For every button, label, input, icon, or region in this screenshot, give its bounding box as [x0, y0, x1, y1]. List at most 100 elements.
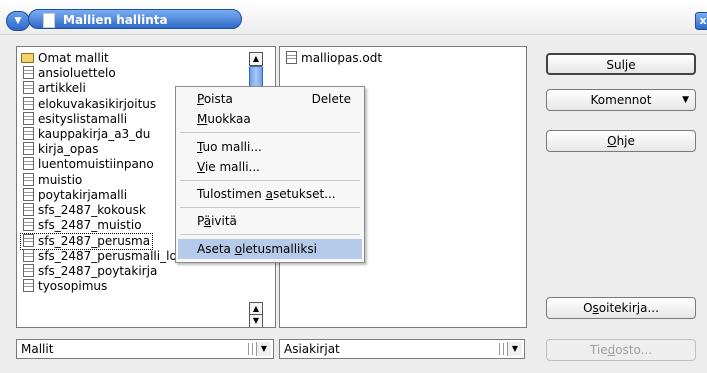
- category-select[interactable]: Mallit ▼: [16, 339, 274, 359]
- help-button[interactable]: Ohje: [546, 130, 696, 152]
- document-icon: [23, 96, 34, 110]
- menu-item-update[interactable]: Päivitä: [178, 211, 362, 231]
- menu-item-set-default[interactable]: Aseta oletusmalliksi: [178, 239, 362, 259]
- document-icon: [23, 81, 34, 95]
- chevron-down-icon[interactable]: ▼: [256, 342, 271, 356]
- title-bar: ▼ Mallien hallinta x: [0, 0, 707, 35]
- commands-button[interactable]: Komennot ▼: [546, 89, 696, 111]
- menu-label-pre: P: [197, 214, 204, 228]
- category-select-value: Mallit: [21, 342, 54, 356]
- tree-item[interactable]: luentomuistiinpano: [21, 157, 154, 172]
- scroll-down-arrow[interactable]: ▼: [249, 314, 263, 327]
- tree-item-label: sfs_2487_muistio: [38, 218, 142, 233]
- tree-item-label: kauppakirja_a3_du: [38, 127, 151, 141]
- window-menu-button[interactable]: ▼: [6, 11, 30, 31]
- tree-item-label: artikkeli: [38, 81, 86, 96]
- document-icon: [23, 263, 34, 277]
- tree-item-label: sfs_2487_perusma: [38, 234, 151, 249]
- documents-select-value: Asiakirjat: [284, 342, 340, 356]
- menu-label-post: uokkaa: [207, 112, 251, 126]
- address-book-button[interactable]: Osoitekirja...: [546, 297, 696, 319]
- tree-item[interactable]: artikkeli: [21, 81, 86, 96]
- tree-item-label: kirja_opas: [38, 142, 99, 157]
- tree-item-label: luentomuistiinpano: [38, 157, 154, 172]
- tree-item-label: muistio: [38, 172, 83, 187]
- menu-separator: [180, 207, 360, 208]
- grip-icon: [499, 343, 504, 355]
- tree-item-label: sfs_2487_kokousk: [38, 203, 146, 217]
- file-pre: Tie: [589, 343, 608, 357]
- menu-label-post: oista: [203, 92, 233, 106]
- scroll-up-arrow[interactable]: ▲: [249, 52, 263, 66]
- tree-item[interactable]: ansioluettelo: [21, 66, 116, 81]
- document-icon: [23, 142, 34, 156]
- menu-accel: a: [265, 187, 273, 201]
- document-icon: [23, 157, 34, 171]
- tree-item[interactable]: sfs_2487_muistio: [21, 218, 142, 233]
- close-window-button[interactable]: x: [695, 12, 707, 30]
- document-icon: [23, 187, 34, 201]
- chevron-down-icon: ▼: [682, 95, 689, 105]
- menu-separator: [180, 234, 360, 235]
- tree-item[interactable]: poytakirjamalli: [21, 187, 128, 203]
- tree-item-label: Omat mallit: [38, 51, 109, 65]
- chevron-down-icon: ▼: [14, 16, 22, 26]
- document-icon: [23, 127, 34, 140]
- tree-item[interactable]: kauppakirja_a3_du: [21, 127, 150, 142]
- document-icon: [23, 111, 34, 125]
- file-item[interactable]: malliopas.odt: [284, 51, 382, 66]
- chevron-down-icon[interactable]: ▼: [507, 342, 522, 356]
- menu-separator: [180, 132, 360, 133]
- tree-item-label: sfs_2487_poytakirja: [38, 263, 158, 278]
- menu-item-delete[interactable]: Poista Delete: [178, 89, 362, 109]
- help-accel: O: [607, 134, 617, 148]
- tree-item[interactable]: elokuvakasikirjoitus: [21, 96, 157, 112]
- menu-accel: V: [197, 160, 205, 174]
- menu-label-post: letusmalliksi: [242, 242, 317, 256]
- menu-item-edit[interactable]: Muokkaa: [178, 109, 362, 129]
- menu-accel: P: [197, 92, 204, 106]
- menu-label-post: ie malli...: [204, 160, 260, 174]
- tree-item-label: esityslistamalli: [38, 111, 128, 126]
- menu-item-export[interactable]: Vie malli...: [178, 157, 362, 177]
- menu-label-post: ivitä: [211, 214, 237, 228]
- help-label: hje: [616, 134, 635, 148]
- menu-label-pre: Tulostimen: [197, 187, 266, 201]
- document-icon: [23, 234, 34, 248]
- tree-item[interactable]: esityslistamalli: [21, 111, 128, 127]
- menu-item-import[interactable]: Tuo malli...: [178, 137, 362, 157]
- document-icon: [23, 203, 34, 216]
- document-icon: [23, 172, 34, 186]
- document-icon: [23, 218, 34, 232]
- menu-item-printer-settings[interactable]: Tulostimen asetukset...: [178, 184, 362, 204]
- document-icon: [23, 66, 34, 80]
- tree-item[interactable]: sfs_2487_poytakirja: [21, 263, 158, 279]
- tree-item[interactable]: kirja_opas: [21, 142, 98, 157]
- tree-item-label: elokuvakasikirjoitus: [38, 96, 157, 111]
- menu-label-pre: Aseta: [197, 242, 235, 256]
- tree-item-label: tyosopimus: [38, 279, 108, 293]
- address-pre: O: [583, 301, 593, 315]
- context-menu: Poista Delete Muokkaa Tuo malli... Vie m…: [175, 86, 365, 263]
- menu-separator: [180, 180, 360, 181]
- menu-accel: o: [234, 242, 243, 256]
- document-icon: [43, 13, 55, 28]
- document-icon: [23, 248, 34, 262]
- tree-folder[interactable]: Omat mallit: [21, 51, 109, 66]
- grip-icon: [248, 343, 253, 355]
- menu-label-post: uo malli...: [202, 140, 262, 154]
- tree-item[interactable]: tyosopimus: [21, 279, 107, 294]
- folder-open-icon: [21, 53, 34, 63]
- menu-accel: M: [197, 112, 208, 126]
- file-post: osto...: [615, 343, 653, 357]
- window-title: Mallien hallinta: [63, 13, 168, 27]
- documents-select[interactable]: Asiakirjat ▼: [279, 339, 525, 359]
- tree-item[interactable]: muistio: [21, 172, 83, 188]
- file-button[interactable]: Tiedosto...: [546, 339, 696, 361]
- document-icon: [23, 279, 34, 292]
- close-button[interactable]: Sulje: [546, 53, 696, 75]
- tree-item[interactable]: sfs_2487_kokousk: [21, 203, 146, 218]
- address-post: oitekirja...: [598, 301, 659, 315]
- menu-shortcut: Delete: [311, 92, 351, 106]
- tree-item-label: poytakirjamalli: [38, 187, 128, 202]
